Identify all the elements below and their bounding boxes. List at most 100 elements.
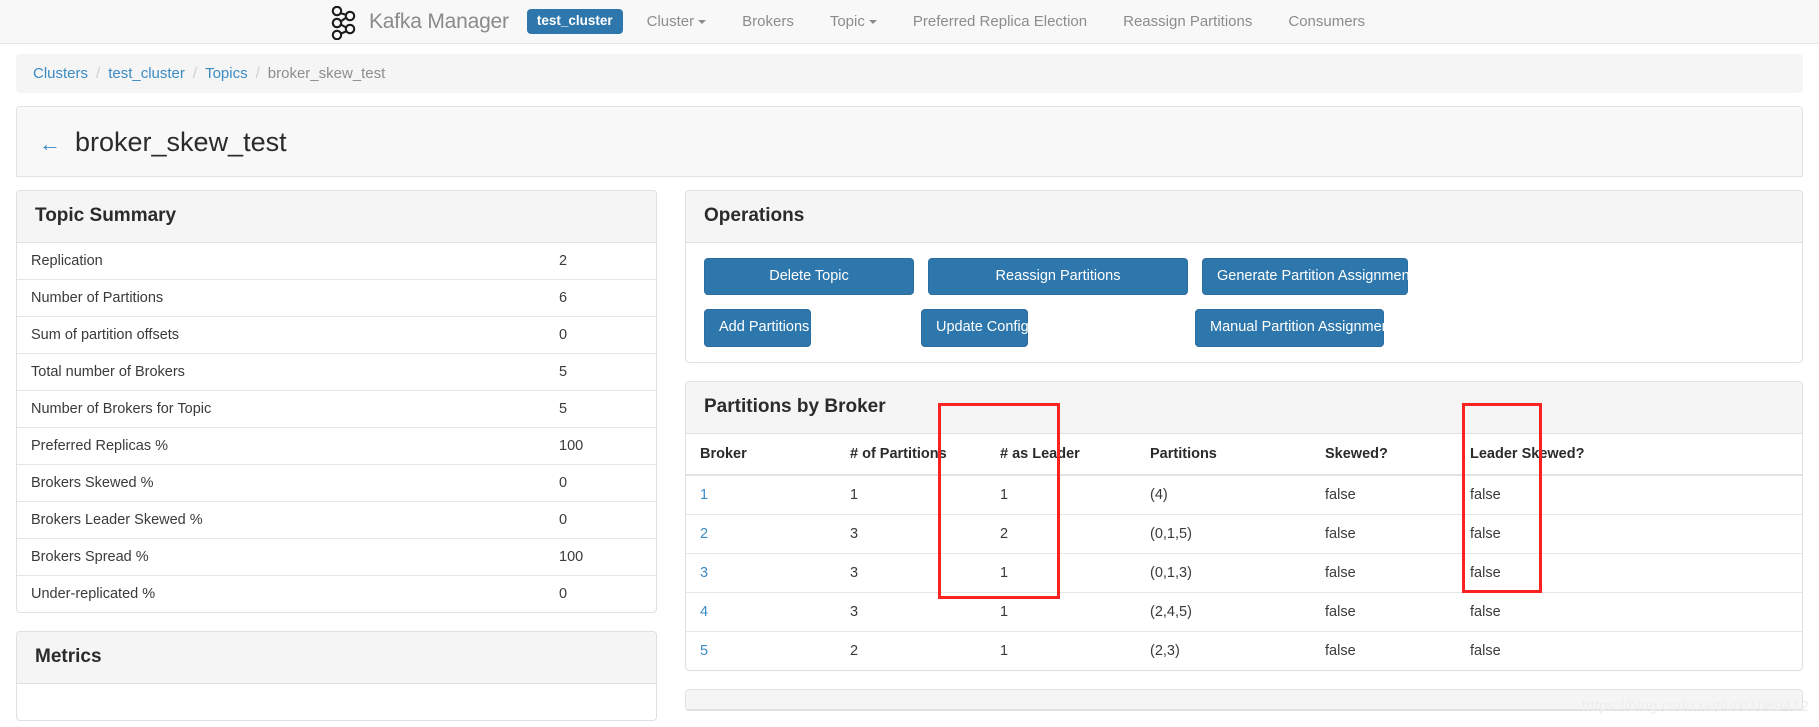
cell-leader-skewed: false xyxy=(1456,474,1802,515)
summary-value: 100 xyxy=(545,427,656,465)
breadcrumb-item-topics[interactable]: Topics xyxy=(205,65,248,82)
table-row: Preferred Replicas % 100 xyxy=(17,427,656,465)
table-header-row: Broker # of Partitions # as Leader Parti… xyxy=(686,433,1802,476)
operations-header: Operations xyxy=(686,191,1802,243)
topic-summary-header: Topic Summary xyxy=(17,191,656,243)
delete-topic-button[interactable]: Delete Topic xyxy=(704,257,914,296)
nav-item-topic-label: Topic xyxy=(829,13,865,30)
table-row: Brokers Skewed % 0 xyxy=(17,464,656,502)
cell-broker: 5 xyxy=(686,631,836,670)
back-arrow-icon[interactable]: ← xyxy=(39,132,61,155)
cell-skewed: false xyxy=(1311,474,1456,515)
metrics-title: Metrics xyxy=(35,645,102,667)
generate-partition-assignments-button[interactable]: Generate Partition Assignments xyxy=(1202,257,1421,296)
summary-key: Replication xyxy=(17,242,545,280)
nav-item-brokers[interactable]: Brokers xyxy=(724,0,812,44)
chevron-down-icon xyxy=(868,19,877,24)
summary-value: 5 xyxy=(545,353,656,391)
operations-title: Operations xyxy=(704,205,805,226)
cell-as-leader: 1 xyxy=(1000,642,1009,659)
summary-value: 0 xyxy=(545,464,656,502)
breadcrumb-item-current: broker_skew_test xyxy=(267,65,386,82)
main-content: Topic Summary Replication 2 Number of Pa… xyxy=(0,177,1819,727)
table-row: Number of Brokers for Topic 5 xyxy=(17,390,656,428)
breadcrumb-item-test-cluster[interactable]: test_cluster xyxy=(108,65,185,82)
table-row: Replication 2 xyxy=(17,242,656,280)
cell-skewed: false xyxy=(1311,514,1456,554)
brand-link[interactable]: Kafka Manager xyxy=(330,4,509,40)
cell-broker: 2 xyxy=(686,514,836,554)
column-header-skewed[interactable]: Skewed? xyxy=(1311,433,1456,476)
nav-item-topic[interactable]: Topic xyxy=(812,0,895,44)
nav-item-cluster[interactable]: Cluster xyxy=(629,0,725,44)
nav-item-consumers[interactable]: Consumers xyxy=(1270,0,1383,44)
table-row: 4 3 1 (2,4,5) false false xyxy=(686,592,1802,632)
operations-body: Delete Topic Reassign Partitions Generat… xyxy=(686,243,1802,362)
breadcrumb-separator: / xyxy=(255,65,260,82)
topic-summary-table: Replication 2 Number of Partitions 6 Sum… xyxy=(17,242,656,612)
brand-title: Kafka Manager xyxy=(369,9,509,33)
broker-link[interactable]: 2 xyxy=(700,526,708,542)
broker-link[interactable]: 4 xyxy=(700,604,708,620)
summary-value: 2 xyxy=(545,242,656,280)
breadcrumb: Clusters / test_cluster / Topics / broke… xyxy=(16,54,1803,93)
cluster-badge[interactable]: test_cluster xyxy=(526,9,623,34)
reassign-partitions-button[interactable]: Reassign Partitions xyxy=(928,257,1188,296)
summary-value: 0 xyxy=(545,501,656,539)
cell-leader-skewed: false xyxy=(1456,553,1802,593)
cell-num-partitions: 1 xyxy=(836,474,986,515)
summary-key: Number of Partitions xyxy=(17,279,545,317)
summary-value: 0 xyxy=(545,316,656,354)
column-header-partitions[interactable]: Partitions xyxy=(1136,433,1311,476)
cell-leader-skewed: false xyxy=(1456,514,1802,554)
table-row: Brokers Leader Skewed % 0 xyxy=(17,501,656,539)
cell-as-leader: 1 xyxy=(986,474,1136,515)
column-header-broker[interactable]: Broker xyxy=(686,433,836,476)
nav-item-cluster-label: Cluster xyxy=(646,13,695,30)
update-config-button[interactable]: Update Config xyxy=(921,309,1029,347)
app-page: Kafka Manager test_cluster Cluster Broke… xyxy=(0,0,1819,727)
table-row: 3 3 1 (0,1,3) false false xyxy=(686,553,1802,593)
breadcrumb-separator: / xyxy=(96,65,101,82)
table-row: Sum of partition offsets 0 xyxy=(17,316,656,354)
cell-skewed: false xyxy=(1311,592,1456,632)
summary-key: Brokers Leader Skewed % xyxy=(17,501,545,539)
column-header-leader-skewed[interactable]: Leader Skewed? xyxy=(1456,433,1802,476)
summary-key: Number of Brokers for Topic xyxy=(17,390,545,428)
add-partitions-button[interactable]: Add Partitions xyxy=(704,309,811,347)
cell-num-partitions: 3 xyxy=(836,553,986,593)
table-row: 1 1 1 (4) false false xyxy=(686,474,1802,515)
operations-button-row-1: Delete Topic Reassign Partitions Generat… xyxy=(704,257,1784,296)
broker-link[interactable]: 5 xyxy=(700,643,708,659)
summary-key: Total number of Brokers xyxy=(17,353,545,391)
cell-partitions: (0,1,5) xyxy=(1136,514,1311,554)
table-row: Under-replicated % 0 xyxy=(17,575,656,612)
operations-button-row-2: Add Partitions Update Config Manual Part… xyxy=(704,309,1784,347)
column-header-as-leader[interactable]: # as Leader xyxy=(986,433,1136,476)
cell-partitions: (2,4,5) xyxy=(1136,592,1311,632)
nav-item-reassign-partitions[interactable]: Reassign Partitions xyxy=(1105,0,1270,44)
kafka-logo-icon xyxy=(330,4,360,40)
broker-link[interactable]: 1 xyxy=(700,487,708,503)
breadcrumb-item-clusters[interactable]: Clusters xyxy=(33,65,88,82)
summary-key: Brokers Spread % xyxy=(17,538,545,576)
manual-partition-assignments-button[interactable]: Manual Partition Assignments xyxy=(1195,309,1401,347)
partitions-by-broker-table: Broker # of Partitions # as Leader Parti… xyxy=(686,433,1802,670)
nav-item-preferred-replica-election[interactable]: Preferred Replica Election xyxy=(895,0,1105,44)
cell-broker: 3 xyxy=(686,553,836,593)
broker-link[interactable]: 3 xyxy=(700,565,708,581)
column-header-num-partitions[interactable]: # of Partitions xyxy=(836,433,986,476)
topic-summary-title: Topic Summary xyxy=(35,205,177,226)
summary-value: 6 xyxy=(545,279,656,317)
cell-partitions: (2,3) xyxy=(1150,642,1180,659)
cell-num-partitions: 3 xyxy=(836,592,986,632)
cell-partitions: (4) xyxy=(1136,474,1311,515)
summary-key: Brokers Skewed % xyxy=(17,464,545,502)
page-title: ← broker_skew_test xyxy=(39,129,1780,156)
topic-summary-panel: Topic Summary Replication 2 Number of Pa… xyxy=(16,190,657,613)
cell-num-partitions: 3 xyxy=(836,514,986,554)
metrics-panel: Metrics xyxy=(16,630,657,721)
cell-broker: 4 xyxy=(686,592,836,632)
table-row: 5 2 1 (2,3) false false xyxy=(686,631,1802,670)
chevron-down-icon xyxy=(698,19,707,24)
